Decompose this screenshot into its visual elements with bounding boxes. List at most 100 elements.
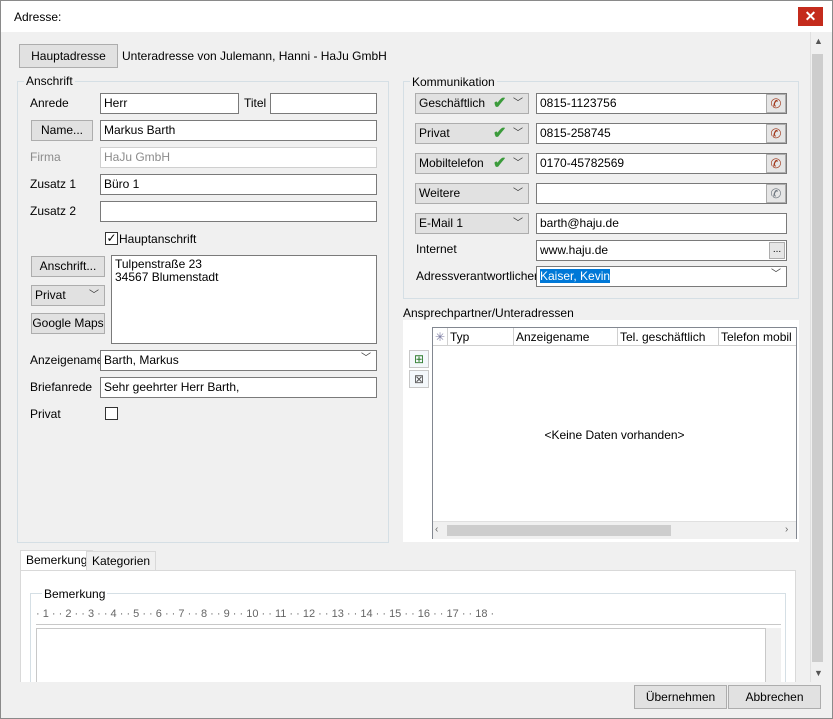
grid-column-header[interactable]: Telefon mobil: [719, 328, 796, 346]
verantwortlicher-label: Adressverantwortlicher: [416, 269, 539, 283]
close-icon: ✕: [804, 8, 817, 24]
internet-label: Internet: [416, 242, 457, 256]
comm-value-input-weitere[interactable]: ✆: [536, 183, 787, 204]
address-type-value: Privat: [35, 288, 66, 302]
chevron-down-icon: ﹀: [513, 188, 523, 199]
phone-icon[interactable]: ✆: [766, 154, 786, 173]
hauptanschrift-checkbox[interactable]: ✓: [105, 232, 118, 245]
address-textarea[interactable]: Tulpenstraße 23 34567 Blumenstadt: [111, 255, 377, 344]
comm-type-select-email[interactable]: E-Mail 1 ﹀: [415, 213, 529, 234]
grid-column-header[interactable]: Anzeigename: [514, 328, 618, 346]
privat-checkbox[interactable]: [105, 407, 118, 420]
chevron-down-icon: ﹀: [513, 218, 523, 229]
comm-value: 0170-45782569: [540, 156, 625, 170]
verantwortlicher-value: Kaiser, Kevin: [540, 269, 611, 283]
scroll-right-icon[interactable]: ›: [785, 524, 788, 535]
hauptanschrift-label: Hauptanschrift: [119, 232, 197, 246]
tab-bemerkung[interactable]: Bemerkung: [20, 550, 94, 571]
address-line-2: 34567 Blumenstadt: [115, 270, 219, 284]
window-title: Adresse:: [14, 10, 62, 24]
zusatz1-input[interactable]: Büro 1: [100, 174, 377, 195]
kommunikation-group-label: Kommunikation: [410, 75, 497, 89]
grid-scroll-thumb[interactable]: [447, 525, 671, 536]
zusatz1-label: Zusatz 1: [30, 177, 77, 191]
ansprechpartner-grid[interactable]: ✳ Typ Anzeigename Tel. geschäftlich Tele…: [432, 327, 797, 539]
phone-icon[interactable]: ✆: [766, 124, 786, 143]
comm-type-label: Geschäftlich: [419, 96, 486, 110]
check-icon: ✔: [493, 125, 507, 142]
add-row-icon[interactable]: ⊞: [409, 350, 429, 368]
delete-row-icon[interactable]: ⊠: [409, 370, 429, 388]
anzeigename-label: Anzeigename: [30, 353, 104, 367]
internet-browse-button[interactable]: ...: [769, 242, 785, 259]
address-type-select[interactable]: Privat ﹀: [31, 285, 105, 306]
zusatz2-label-text: Zusatz 2: [30, 204, 77, 218]
name-input[interactable]: Markus Barth: [100, 120, 377, 141]
grid-column-header[interactable]: Tel. geschäftlich: [618, 328, 719, 346]
chevron-down-icon: ﹀: [771, 269, 781, 280]
firma-input: HaJu GmbH: [100, 147, 377, 168]
bemerkung-editor[interactable]: [36, 628, 766, 682]
comm-value-input-geschaeftlich[interactable]: 0815-1123756 ✆: [536, 93, 787, 114]
cancel-button[interactable]: Abbrechen: [728, 685, 821, 709]
comm-value-input-privat[interactable]: 0815-258745 ✆: [536, 123, 787, 144]
subaddress-subtitle: Unteradresse von Julemann, Hanni - HaJu …: [122, 49, 387, 63]
scroll-down-icon[interactable]: ▼: [811, 668, 826, 678]
checkmark-icon: ✓: [106, 231, 117, 245]
grid-column-header[interactable]: Typ: [448, 328, 514, 346]
phone-icon[interactable]: ✆: [766, 184, 786, 203]
comm-value-input-email[interactable]: barth@haju.de: [536, 213, 787, 234]
name-button[interactable]: Name...: [31, 120, 93, 141]
internet-input[interactable]: www.haju.de...: [536, 240, 787, 261]
titel-label: Titel: [244, 96, 267, 110]
comm-type-label: Weitere: [419, 186, 461, 200]
dialog-content: Hauptadresse Unteradresse von Julemann, …: [8, 32, 810, 682]
ruler-scale: · 1 · · 2 · · 3 · · 4 · · 5 · · 6 · · 7 …: [36, 608, 495, 620]
comm-type-label: Mobiltelefon: [419, 156, 484, 170]
editor-scrollbar[interactable]: [766, 628, 781, 682]
comm-type-select-privat[interactable]: Privat ✔ ﹀: [415, 123, 529, 144]
title-bar: Adresse: ✕: [1, 1, 832, 32]
briefanrede-input[interactable]: Sehr geehrter Herr Barth,: [100, 377, 377, 398]
comm-type-select-weitere[interactable]: Weitere ﹀: [415, 183, 529, 204]
check-icon: ✔: [493, 95, 507, 112]
ruler: · 1 · · 2 · · 3 · · 4 · · 5 · · 6 · · 7 …: [36, 605, 781, 625]
comm-value-input-mobil[interactable]: 0170-45782569 ✆: [536, 153, 787, 174]
titel-input[interactable]: [270, 93, 377, 114]
bottom-button-bar: Übernehmen Abbrechen: [8, 682, 825, 712]
grid-horizontal-scrollbar[interactable]: ‹ ›: [433, 521, 796, 539]
phone-icon[interactable]: ✆: [766, 94, 786, 113]
scroll-left-icon[interactable]: ‹: [435, 524, 438, 535]
check-icon: ✔: [493, 155, 507, 172]
zusatz2-input[interactable]: [100, 201, 377, 222]
comm-type-select-mobil[interactable]: Mobiltelefon ✔ ﹀: [415, 153, 529, 174]
anschrift-button[interactable]: Anschrift...: [31, 256, 105, 277]
chevron-down-icon: ﹀: [513, 128, 523, 139]
verantwortlicher-select[interactable]: Kaiser, Kevin ﹀: [536, 266, 787, 287]
google-maps-button[interactable]: Google Maps: [31, 313, 105, 334]
internet-value: www.haju.de: [540, 243, 609, 257]
chevron-down-icon: ﹀: [513, 158, 523, 169]
anschrift-group-label: Anschrift: [24, 74, 75, 88]
window-scroll-thumb[interactable]: [812, 54, 823, 662]
ansprechpartner-label: Ansprechpartner/Unteradressen: [403, 306, 574, 320]
privat-label: Privat: [30, 407, 61, 421]
chevron-down-icon: ﹀: [361, 353, 371, 364]
comm-value: 0815-258745: [540, 126, 611, 140]
main-address-button[interactable]: Hauptadresse: [19, 44, 118, 68]
grid-empty-text: <Keine Daten vorhanden>: [544, 428, 685, 442]
grid-star-header[interactable]: ✳: [433, 328, 448, 346]
anrede-input[interactable]: Herr: [100, 93, 239, 114]
anrede-label: Anrede: [30, 96, 69, 110]
chevron-down-icon: ﹀: [513, 98, 523, 109]
close-button[interactable]: ✕: [798, 7, 823, 26]
tab-kategorien[interactable]: Kategorien: [86, 551, 157, 571]
comm-value: 0815-1123756: [540, 96, 617, 110]
chevron-down-icon: ﹀: [89, 290, 99, 301]
anzeigename-select[interactable]: Barth, Markus ﹀: [100, 350, 377, 371]
comm-type-select-geschaeftlich[interactable]: Geschäftlich ✔ ﹀: [415, 93, 529, 114]
anzeigename-value: Barth, Markus: [104, 353, 179, 367]
bemerkung-group-label: Bemerkung: [42, 587, 108, 601]
apply-button[interactable]: Übernehmen: [634, 685, 727, 709]
scroll-up-icon[interactable]: ▲: [811, 36, 826, 46]
